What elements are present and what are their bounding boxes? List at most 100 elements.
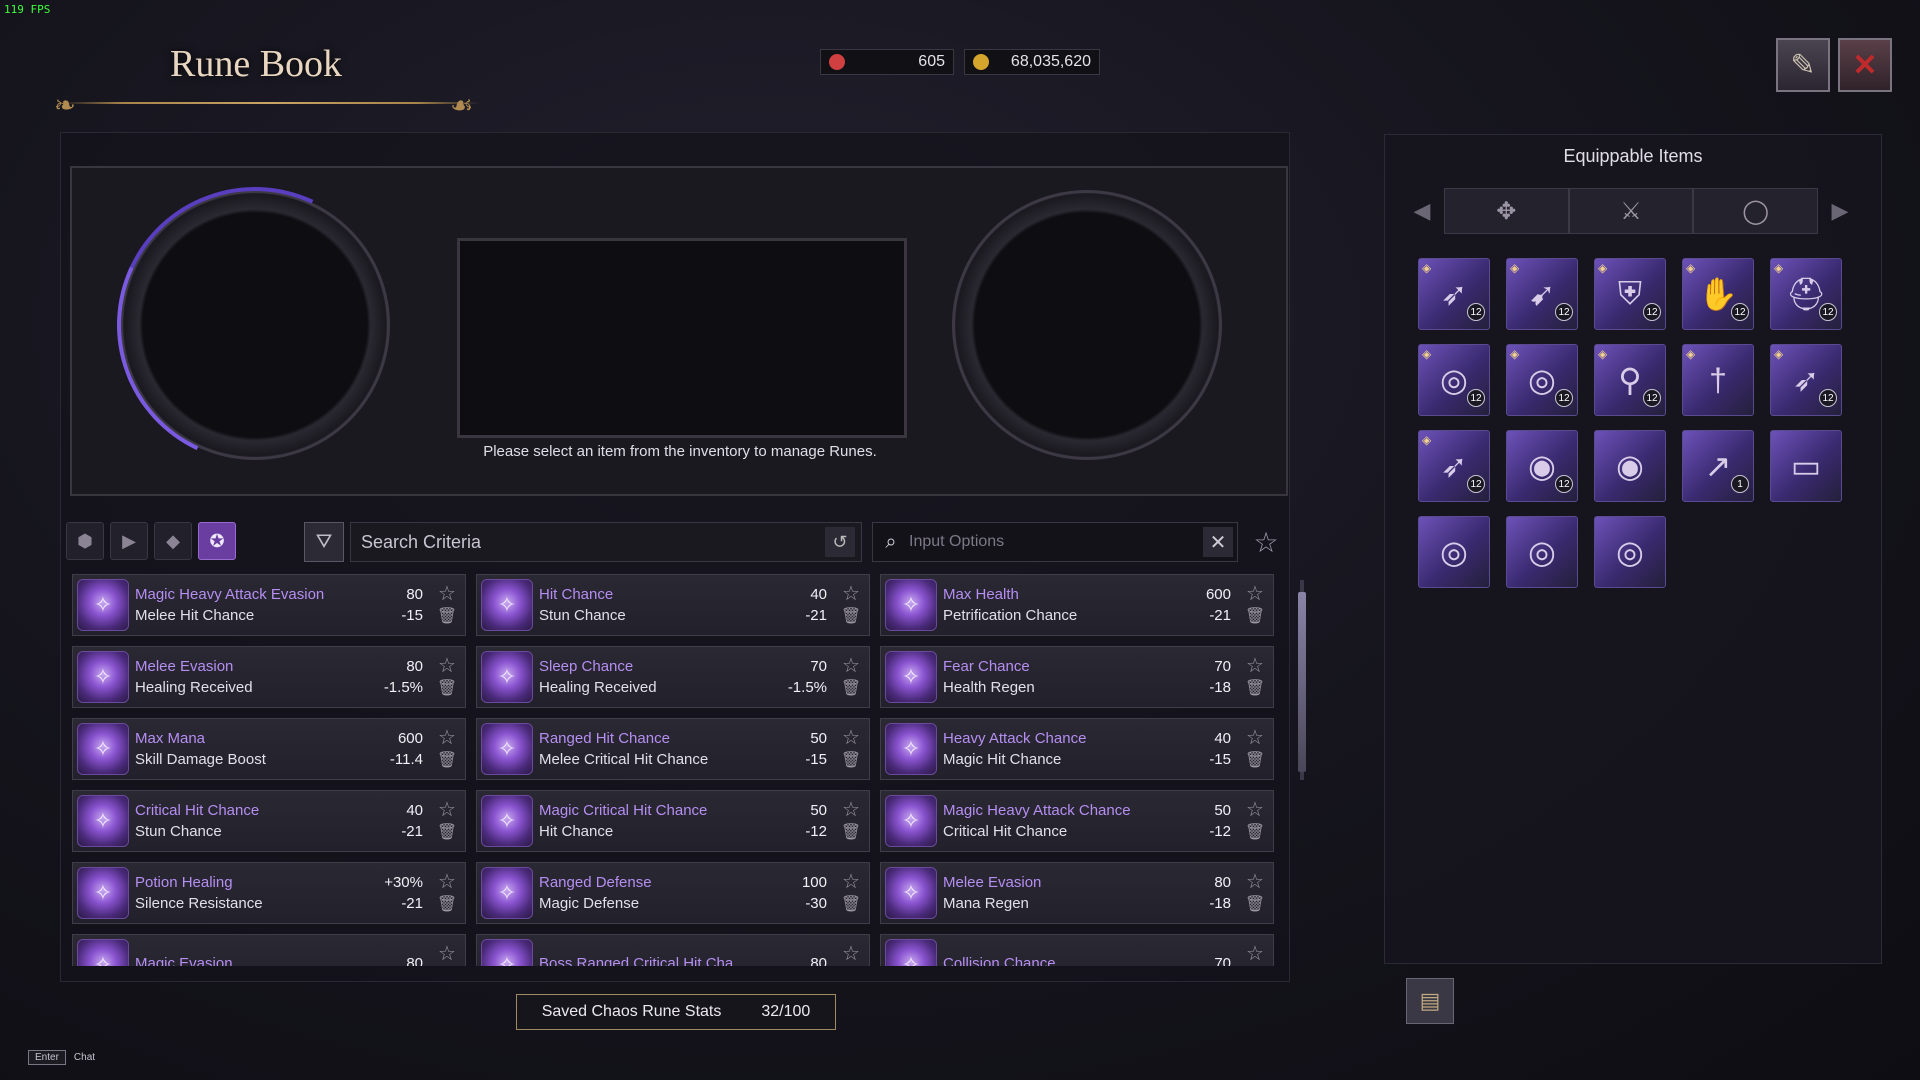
favorite-star-icon[interactable]: ☆ <box>842 799 860 821</box>
filter-button[interactable]: ⛛ <box>304 522 344 562</box>
close-button[interactable]: ✕ <box>1838 38 1892 92</box>
rune-card[interactable]: ✧ Hit Chance 40 Stun Chance -21 ☆ 🗑 <box>476 574 870 636</box>
favorite-star-icon[interactable]: ☆ <box>438 871 456 893</box>
favorite-star-icon[interactable]: ☆ <box>1246 871 1264 893</box>
equippable-item[interactable]: ✋ ◈ 12 <box>1682 258 1754 330</box>
search-criteria-box[interactable]: Search Criteria ↺ <box>350 522 862 562</box>
rune-card[interactable]: ✧ Magic Heavy Attack Evasion 80 Melee Hi… <box>72 574 466 636</box>
ring-icon: ◎ <box>1440 534 1468 570</box>
trash-icon[interactable]: 🗑 <box>437 751 457 771</box>
rune-card[interactable]: ✧ Boss Ranged Critical Hit Cha 80 ☆ 🗑 <box>476 934 870 966</box>
rune-list-scrollbar[interactable] <box>1298 580 1306 780</box>
rune-card[interactable]: ✧ Melee Evasion 80 Mana Regen -18 ☆ 🗑 <box>880 862 1274 924</box>
rune-card[interactable]: ✧ Sleep Chance 70 Healing Received -1.5%… <box>476 646 870 708</box>
equippable-item[interactable]: ◉ <box>1594 430 1666 502</box>
trash-icon[interactable]: 🗑 <box>841 607 861 627</box>
rune-main-line: Hit Chance 40 <box>539 586 827 603</box>
equippable-item[interactable]: ➶ ◈ 12 <box>1418 258 1490 330</box>
prev-arrow-icon[interactable]: ◀ <box>1404 188 1440 234</box>
reset-button[interactable]: ↺ <box>825 527 855 557</box>
rune-main-line: Magic Evasion 80 <box>135 955 423 967</box>
rune-card[interactable]: ✧ Max Mana 600 Skill Damage Boost -11.4 … <box>72 718 466 780</box>
clear-button[interactable]: ✕ <box>1203 527 1233 557</box>
tab-accessories[interactable]: ◯ <box>1693 188 1819 234</box>
rune-slot-left[interactable] <box>120 190 390 460</box>
favorite-star-icon[interactable]: ☆ <box>1246 943 1264 965</box>
help-button[interactable]: ✎ <box>1776 38 1830 92</box>
rune-card[interactable]: ✧ Magic Critical Hit Chance 50 Hit Chanc… <box>476 790 870 852</box>
rune-stat-name: Ranged Hit Chance <box>539 730 670 747</box>
trash-icon[interactable]: 🗑 <box>437 679 457 699</box>
favorite-star-icon[interactable]: ☆ <box>438 799 456 821</box>
equippable-item[interactable]: ▭ <box>1770 430 1842 502</box>
trash-icon[interactable]: 🗑 <box>1245 607 1265 627</box>
equippable-item[interactable]: † ◈ <box>1682 344 1754 416</box>
trash-icon[interactable]: 🗑 <box>437 607 457 627</box>
rune-slot-right[interactable] <box>952 190 1222 460</box>
trash-icon[interactable]: 🗑 <box>1245 895 1265 915</box>
rune-card[interactable]: ✧ Max Health 600 Petrification Chance -2… <box>880 574 1274 636</box>
favorite-add-button[interactable]: ☆ <box>1246 522 1286 562</box>
next-arrow-icon[interactable]: ▶ <box>1822 188 1858 234</box>
options-input[interactable] <box>909 533 1203 551</box>
equippable-item[interactable]: ◎ ◈ 12 <box>1418 344 1490 416</box>
rune-card[interactable]: ✧ Ranged Defense 100 Magic Defense -30 ☆… <box>476 862 870 924</box>
rune-type-tab-4[interactable]: ✪ <box>198 522 236 560</box>
tab-all[interactable]: ✥ <box>1444 188 1569 234</box>
favorite-star-icon[interactable]: ☆ <box>842 871 860 893</box>
rune-stats: Max Mana 600 Skill Damage Boost -11.4 <box>135 730 423 768</box>
favorite-star-icon[interactable]: ☆ <box>438 943 456 965</box>
rune-card[interactable]: ✧ Ranged Hit Chance 50 Melee Critical Hi… <box>476 718 870 780</box>
rune-card[interactable]: ✧ Critical Hit Chance 40 Stun Chance -21… <box>72 790 466 852</box>
trash-icon[interactable]: 🗑 <box>841 751 861 771</box>
equippable-item[interactable]: ◎ <box>1418 516 1490 588</box>
storage-button[interactable]: ▤ <box>1406 978 1454 1024</box>
trash-icon[interactable]: 🗑 <box>841 895 861 915</box>
favorite-star-icon[interactable]: ☆ <box>842 655 860 677</box>
favorite-star-icon[interactable]: ☆ <box>438 655 456 677</box>
chat-label[interactable]: Chat <box>74 1052 95 1063</box>
rune-stats: Max Health 600 Petrification Chance -21 <box>943 586 1231 624</box>
equippable-item[interactable]: ⚲ ◈ 12 <box>1594 344 1666 416</box>
rune-type-tab-3[interactable]: ◆ <box>154 522 192 560</box>
equippable-item[interactable]: ➹ ◈ 12 <box>1506 258 1578 330</box>
rune-card[interactable]: ✧ Melee Evasion 80 Healing Received -1.5… <box>72 646 466 708</box>
favorite-star-icon[interactable]: ☆ <box>1246 583 1264 605</box>
equippable-item[interactable]: ⛨ ◈ 12 <box>1594 258 1666 330</box>
equippable-item[interactable]: ➶ ◈ 12 <box>1770 344 1842 416</box>
trash-icon[interactable]: 🗑 <box>1245 679 1265 699</box>
favorite-star-icon[interactable]: ☆ <box>438 727 456 749</box>
rune-card[interactable]: ✧ Collision Chance 70 ☆ 🗑 <box>880 934 1274 966</box>
equippable-item[interactable]: ⛑ ◈ 12 <box>1770 258 1842 330</box>
trash-icon[interactable]: 🗑 <box>437 823 457 843</box>
favorite-star-icon[interactable]: ☆ <box>1246 655 1264 677</box>
rune-sub-line: Skill Damage Boost -11.4 <box>135 751 423 768</box>
favorite-star-icon[interactable]: ☆ <box>1246 727 1264 749</box>
rune-card[interactable]: ✧ Magic Evasion 80 ☆ 🗑 <box>72 934 466 966</box>
equippable-item[interactable]: ◉ 12 <box>1506 430 1578 502</box>
equippable-item[interactable]: ➶ ◈ 12 <box>1418 430 1490 502</box>
rune-card[interactable]: ✧ Potion Healing +30% Silence Resistance… <box>72 862 466 924</box>
equippable-item[interactable]: ◎ <box>1594 516 1666 588</box>
trash-icon[interactable]: 🗑 <box>1245 823 1265 843</box>
favorite-star-icon[interactable]: ☆ <box>842 583 860 605</box>
rune-type-tab-2[interactable]: ▶ <box>110 522 148 560</box>
equippable-item[interactable]: ↗ 1 <box>1682 430 1754 502</box>
help-icon: ✎ <box>1790 48 1816 82</box>
equippable-item[interactable]: ◎ ◈ 12 <box>1506 344 1578 416</box>
trash-icon[interactable]: 🗑 <box>841 679 861 699</box>
favorite-star-icon[interactable]: ☆ <box>1246 799 1264 821</box>
rune-card[interactable]: ✧ Heavy Attack Chance 40 Magic Hit Chanc… <box>880 718 1274 780</box>
rune-card[interactable]: ✧ Fear Chance 70 Health Regen -18 ☆ 🗑 <box>880 646 1274 708</box>
rune-card[interactable]: ✧ Magic Heavy Attack Chance 50 Critical … <box>880 790 1274 852</box>
favorite-star-icon[interactable]: ☆ <box>438 583 456 605</box>
favorite-star-icon[interactable]: ☆ <box>842 943 860 965</box>
trash-icon[interactable]: 🗑 <box>1245 751 1265 771</box>
scroll-thumb[interactable] <box>1298 592 1306 772</box>
trash-icon[interactable]: 🗑 <box>437 895 457 915</box>
trash-icon[interactable]: 🗑 <box>841 823 861 843</box>
tab-weapons[interactable]: ⚔ <box>1568 188 1694 234</box>
equippable-item[interactable]: ◎ <box>1506 516 1578 588</box>
favorite-star-icon[interactable]: ☆ <box>842 727 860 749</box>
rune-type-tab-1[interactable]: ⬢ <box>66 522 104 560</box>
